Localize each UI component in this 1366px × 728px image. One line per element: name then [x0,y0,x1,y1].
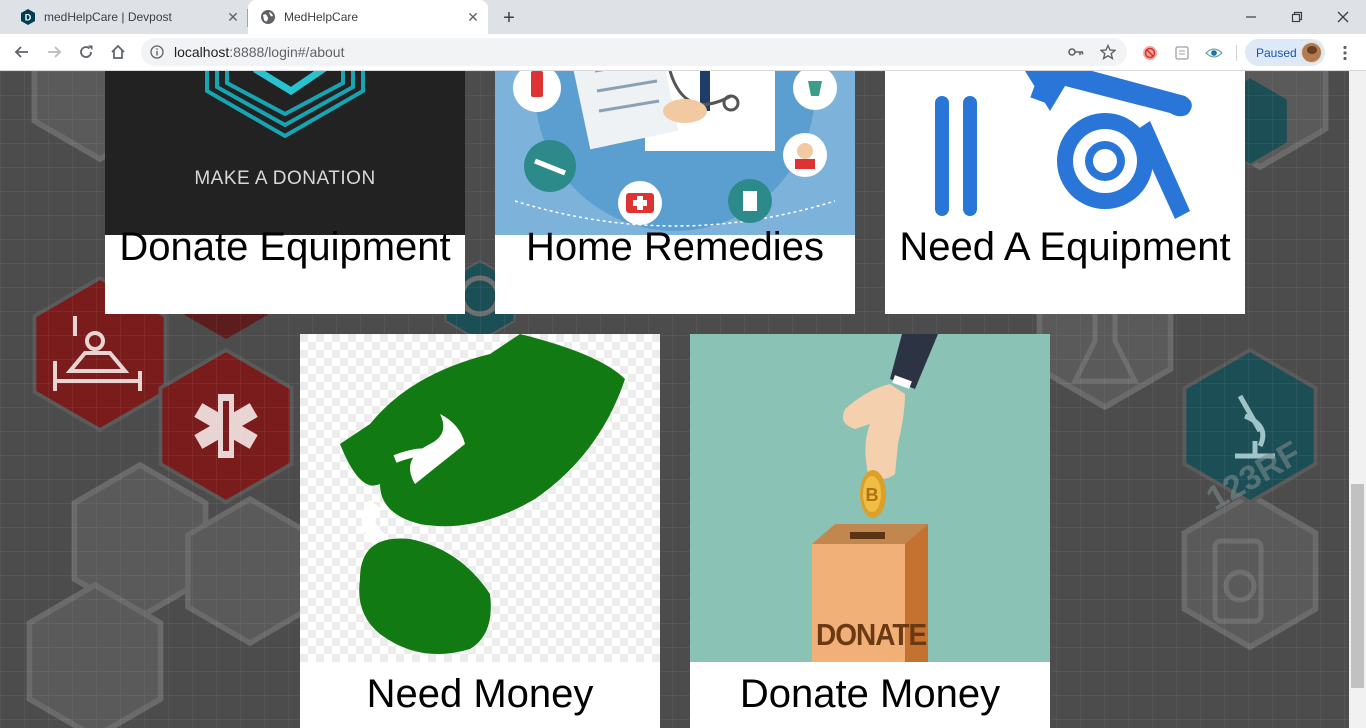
hand-coin-icon [300,334,660,662]
card-donate-money[interactable]: B DONATE Donate Money [690,334,1050,728]
donation-caption: MAKE A DONATION [194,168,376,189]
kebab-menu-icon[interactable] [1334,40,1356,66]
extension-page-icon[interactable] [1173,44,1191,62]
key-icon[interactable] [1067,44,1085,60]
tab-title: medHelpCare | Devpost [44,10,172,24]
vertical-scrollbar[interactable] [1349,71,1366,728]
card-label: Donate Equipment [119,225,451,269]
avatar [1301,42,1322,63]
devpost-logo-icon: D [20,9,36,25]
new-tab-icon[interactable]: + [498,7,520,29]
card-need-equipment[interactable]: Need A Equipment [885,71,1245,314]
forward-arrow-icon[interactable] [41,39,67,65]
window-minimize-icon[interactable] [1228,0,1274,34]
reload-icon[interactable] [73,39,99,65]
extension-eye-icon[interactable] [1205,44,1223,62]
extension-red-icon[interactable] [1141,44,1159,62]
tab-close-icon[interactable]: ✕ [464,8,482,26]
globe-icon [260,9,276,25]
doctor-medical-icons-icon [495,71,855,235]
profile-button[interactable]: Paused [1245,39,1325,66]
card-home-remedies[interactable]: Home Remedies [495,71,855,314]
tab-medhelpcare[interactable]: MedHelpCare ✕ [248,0,488,34]
scrollbar-thumb[interactable] [1351,484,1364,688]
toolbar-divider [1236,45,1237,61]
window-close-icon[interactable] [1320,0,1366,34]
url-text[interactable]: localhost:8888/login#/about [174,44,344,60]
donation-hexagon-icon: MAKE A DONATION [105,71,465,235]
tab-devpost[interactable]: D medHelpCare | Devpost ✕ [12,0,248,34]
bookmark-star-icon[interactable] [1099,43,1117,61]
tab-close-icon[interactable]: ✕ [224,8,242,26]
window-restore-icon[interactable] [1274,0,1320,34]
card-label: Donate Money [739,672,1001,716]
url-host: localhost [174,44,230,60]
donation-box-icon: B DONATE [690,334,1050,662]
url-path: :8888/login#/about [229,44,345,60]
home-icon[interactable] [105,39,131,65]
card-need-money[interactable]: Need Money [300,334,660,728]
svg-text:B: B [866,485,879,505]
back-arrow-icon[interactable] [9,39,35,65]
tab-title: MedHelpCare [284,10,359,24]
site-info-icon[interactable] [149,44,165,60]
card-donate-equipment[interactable]: MAKE A DONATION Donate Equipment [105,71,465,314]
wheelchair-icon [885,71,1245,235]
page-viewport: 123RF MAKE A DONATION Donate Equipment [0,71,1366,728]
svg-text:D: D [25,13,32,23]
tab-strip: D medHelpCare | Devpost ✕ MedHelpCare ✕ … [0,0,1366,34]
browser-toolbar: localhost:8888/login#/about Paused [0,34,1366,71]
address-bar[interactable]: localhost:8888/login#/about [141,38,1127,66]
card-label: Need Money [366,672,594,716]
card-label: Need A Equipment [899,225,1231,269]
card-label: Home Remedies [526,225,824,269]
profile-status-label: Paused [1256,45,1297,60]
donate-box-text: DONATE [816,617,927,652]
